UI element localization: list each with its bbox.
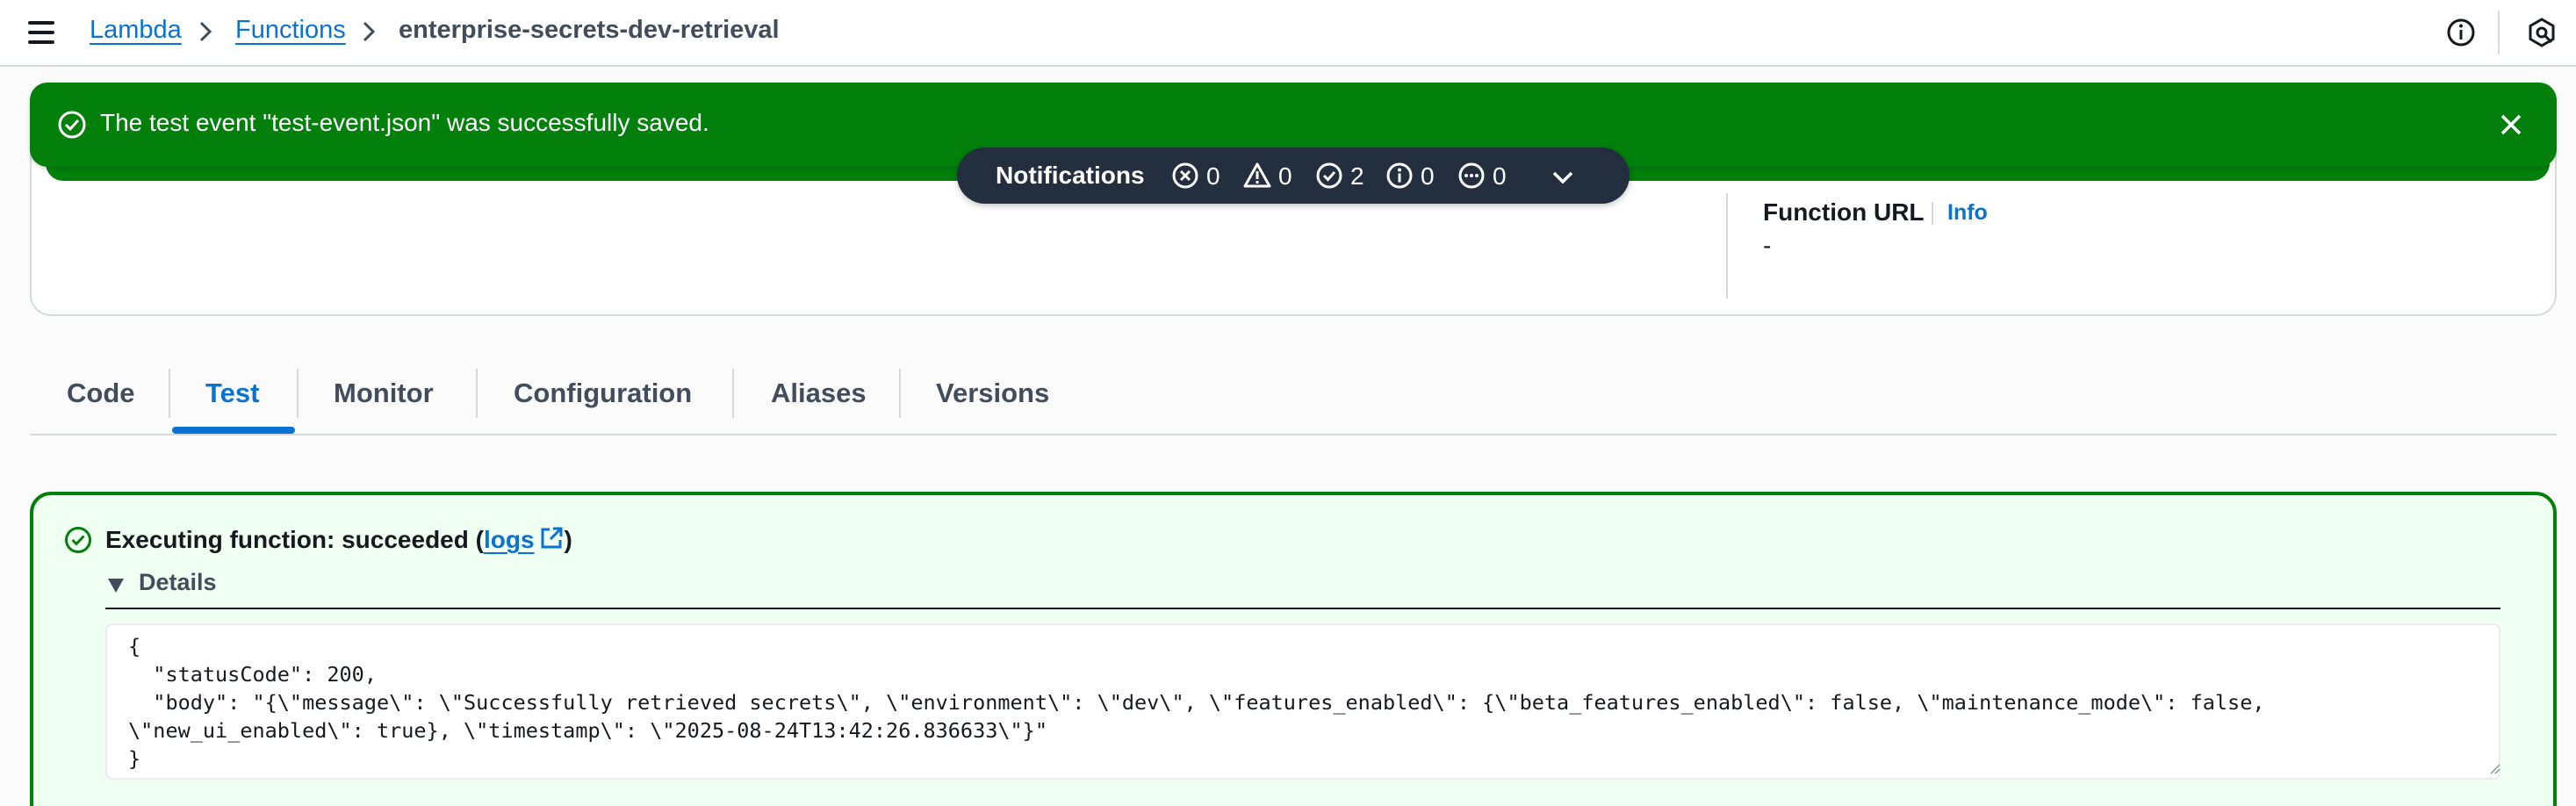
tab-separator — [476, 369, 478, 418]
function-url-info-link[interactable]: Info — [1947, 200, 1988, 226]
close-icon[interactable] — [2495, 109, 2527, 140]
tab-configuration[interactable]: Configuration — [514, 378, 692, 409]
breadcrumb-current: enterprise-secrets-dev-retrieval — [399, 16, 780, 44]
tab-test[interactable]: Test — [205, 378, 259, 409]
resize-handle-icon[interactable] — [2488, 762, 2500, 774]
info-separator — [1932, 202, 1933, 225]
external-link-icon[interactable] — [538, 525, 565, 551]
function-url-label: Function URL — [1763, 198, 1925, 226]
success-check-icon — [58, 111, 86, 139]
breadcrumb-functions[interactable]: Functions — [235, 16, 346, 45]
notifications-title: Notifications — [996, 162, 1145, 189]
top-navigation-bar: Lambda Functions enterprise-secrets-dev-… — [0, 0, 2576, 67]
overview-divider — [1726, 193, 1728, 299]
tab-versions[interactable]: Versions — [936, 378, 1049, 409]
tab-aliases[interactable]: Aliases — [771, 378, 867, 409]
tab-separator — [169, 369, 170, 418]
top-divider — [2498, 11, 2500, 54]
chevron-down-icon[interactable] — [1547, 162, 1579, 193]
execution-result-alert: Executing function: succeeded (logs) Det… — [30, 492, 2557, 806]
execution-result-title: Executing function: succeeded (logs) — [105, 525, 572, 553]
details-divider — [105, 608, 2500, 609]
menu-icon[interactable] — [26, 19, 58, 46]
chevron-right-icon — [199, 21, 212, 42]
warning-icon — [1243, 162, 1271, 188]
execution-output-textarea[interactable]: { "statusCode": 200, "body": "{\"message… — [105, 623, 2500, 780]
tab-code[interactable]: Code — [67, 378, 135, 409]
logs-link[interactable]: logs — [484, 526, 535, 553]
function-url-value: - — [1763, 232, 1772, 259]
tab-separator — [899, 369, 901, 418]
tab-separator — [297, 369, 299, 418]
chevron-right-icon — [363, 21, 376, 42]
in-progress-icon — [1458, 162, 1485, 189]
info-icon — [1386, 162, 1413, 189]
tab-separator — [732, 369, 734, 418]
success-icon — [1316, 162, 1342, 189]
tab-monitor[interactable]: Monitor — [334, 378, 434, 409]
breadcrumb-lambda[interactable]: Lambda — [90, 16, 182, 45]
notifications-bar[interactable]: Notifications 0 0 2 0 0 — [957, 148, 1630, 204]
feedback-icon[interactable] — [2525, 16, 2558, 49]
error-icon — [1172, 162, 1198, 189]
success-check-icon — [65, 527, 91, 553]
caret-down-icon[interactable] — [107, 578, 125, 594]
tabs-baseline — [30, 434, 2557, 435]
active-tab-indicator — [172, 427, 295, 434]
flashbar-message: The test event "test-event.json" was suc… — [100, 109, 709, 136]
info-icon[interactable] — [2444, 16, 2478, 49]
details-toggle[interactable]: Details — [139, 569, 217, 596]
